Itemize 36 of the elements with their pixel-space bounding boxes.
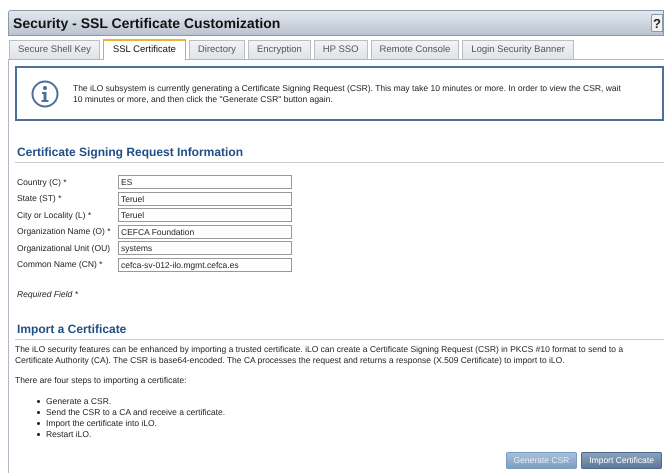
field-label: Country (C) * bbox=[17, 176, 68, 189]
tab[interactable]: Remote Console bbox=[370, 40, 460, 59]
tab[interactable]: SSL Certificate bbox=[102, 39, 186, 60]
info-icon bbox=[31, 80, 59, 108]
input-field[interactable]: systems bbox=[118, 241, 292, 256]
window-title: Security - SSL Certificate Customization bbox=[13, 14, 280, 33]
steps-intro: There are four steps to importing a certificate: bbox=[15, 374, 188, 386]
input-field[interactable]: ES bbox=[118, 175, 292, 190]
input-field[interactable]: Teruel bbox=[118, 208, 292, 222]
help-button[interactable]: ? bbox=[651, 14, 663, 32]
tab[interactable]: HP SSO bbox=[314, 40, 368, 59]
required-field-note: Required Field * bbox=[16, 288, 79, 301]
bullet-icon bbox=[37, 400, 40, 402]
info-message: The iLO subsystem is currently generating a Certificate Signing Request (CSR). This may take 10 minutes or more. In order to view the CSR, wait 10 minutes or more, and then click the "Generate CSR" button again. bbox=[73, 82, 622, 104]
field-label: Common Name (CN) * bbox=[17, 258, 104, 272]
field-label: State (ST) * bbox=[17, 192, 62, 206]
bullet-icon bbox=[37, 410, 40, 414]
step-item: Restart iLO. bbox=[46, 428, 92, 440]
section-heading: Certificate Signing Request Information bbox=[15, 143, 664, 163]
import-description: The iLO security features can be enhanced by importing a trusted certificate. iLO can create a Certificate Signing Request (CSR) in PKCS #10 format to send to a Certificate Authority (CA). The CSR is base64-encoded. The CA processes the request and returns a response (X.509 Certificate) to import to iLO. bbox=[15, 344, 624, 366]
step-item: Generate a CSR. bbox=[46, 394, 112, 408]
tab[interactable]: Login Security Banner bbox=[462, 40, 574, 59]
field-label: Organization Name (O) * bbox=[17, 225, 112, 238]
bullet-icon bbox=[37, 422, 40, 424]
input-field[interactable]: CEFCA Foundation bbox=[118, 224, 292, 239]
step-item: Import the certificate into iLO. bbox=[46, 416, 158, 430]
bullet-icon bbox=[37, 432, 40, 436]
tab[interactable]: Secure Shell Key bbox=[9, 40, 100, 59]
tab[interactable]: Encryption bbox=[248, 40, 311, 59]
step-item: Send the CSR to a CA and receive a certificate. bbox=[46, 406, 226, 418]
section-heading: Import a Certificate bbox=[15, 320, 664, 340]
input-field[interactable]: Teruel bbox=[118, 192, 292, 206]
tab[interactable]: Directory bbox=[188, 40, 245, 59]
field-label: Organizational Unit (OU) bbox=[17, 242, 112, 255]
field-label: City or Locality (L) * bbox=[17, 208, 92, 222]
input-field[interactable]: cefca-sv-012-ilo.mgmt.cefca.es bbox=[118, 258, 292, 272]
